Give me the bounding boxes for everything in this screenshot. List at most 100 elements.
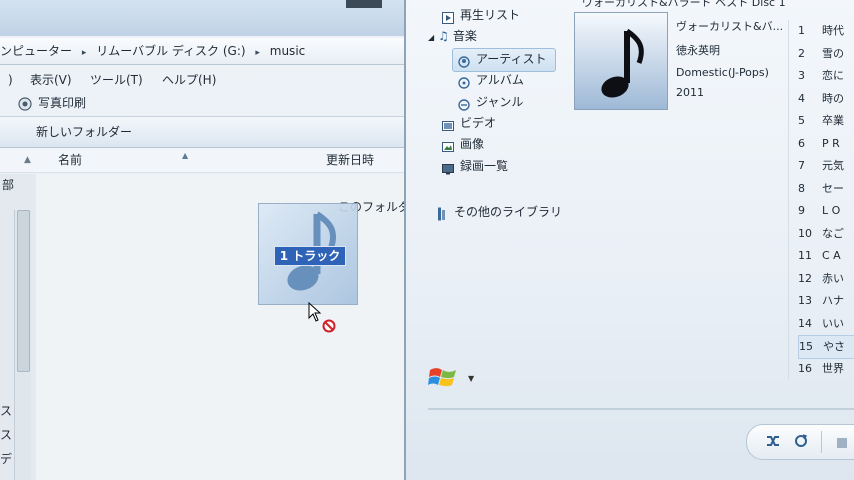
nav-playlists-label: 再生リスト: [460, 8, 521, 22]
album-art[interactable]: [574, 12, 668, 110]
track-row[interactable]: 6 P R: [798, 133, 854, 155]
track-number: 5: [798, 114, 805, 127]
nav-artist-label: アーティスト: [476, 52, 547, 66]
album-title[interactable]: ヴォーカリスト&バ...: [676, 18, 783, 34]
nav-music-label: 音楽: [452, 29, 477, 43]
nav-album[interactable]: アルバム: [458, 70, 524, 90]
address-bar[interactable]: ンピューター ▸ リムーバブル ディスク (G:) ▸ music: [0, 38, 420, 65]
pictures-icon: [442, 139, 454, 152]
windows-logo-icon[interactable]: [428, 364, 458, 396]
track-row[interactable]: 2 雪の: [798, 43, 854, 65]
track-number: 3: [798, 69, 805, 82]
address-segment-computer[interactable]: ンピューター: [0, 44, 72, 58]
control-separator: [821, 431, 822, 453]
track-row[interactable]: 16 世界: [798, 358, 854, 380]
track-title: 雪の: [822, 46, 844, 60]
track-row[interactable]: 13 ハナ: [798, 290, 854, 312]
shuffle-icon[interactable]: [765, 433, 781, 453]
artist-icon: [458, 54, 470, 68]
nav-genre[interactable]: ジャンル: [458, 92, 523, 112]
album-icon: [458, 75, 470, 89]
new-folder-button[interactable]: 新しいフォルダー: [36, 117, 132, 147]
nav-genre-label: ジャンル: [476, 95, 524, 109]
nav-fragment-2[interactable]: ス: [0, 426, 12, 443]
track-number: 8: [798, 181, 805, 195]
album-genre[interactable]: Domestic(J-Pops): [676, 66, 769, 79]
track-title: 時代: [822, 24, 844, 37]
track-title: 恋に: [822, 69, 844, 82]
scroll-thumb[interactable]: [17, 210, 30, 372]
track-number: 16: [798, 361, 812, 375]
track-row[interactable]: 7 元気: [798, 155, 854, 177]
nav-video[interactable]: ビデオ: [442, 113, 496, 133]
address-segment-music[interactable]: music: [270, 44, 305, 58]
nav-recorded-tv-label: 録画一覧: [460, 159, 509, 173]
track-title: 赤い: [822, 271, 844, 285]
print-photo-button[interactable]: 写真印刷: [38, 92, 86, 114]
album-artist[interactable]: 徳永英明: [676, 42, 720, 58]
nav-playlists[interactable]: 再生リスト: [442, 5, 520, 25]
menu-fragment: ): [8, 73, 13, 87]
track-row[interactable]: 12 赤い: [798, 268, 854, 290]
nav-music[interactable]: ◢ ♫ 音楽: [428, 26, 477, 46]
track-row[interactable]: 9 L O: [798, 200, 854, 222]
track-row[interactable]: 10 なご: [798, 223, 854, 245]
command-bar: 新しいフォルダー: [0, 116, 420, 148]
track-number: 9: [798, 204, 805, 217]
nav-fragment-1[interactable]: ス: [0, 402, 12, 419]
track-number: 7: [798, 159, 805, 172]
collapse-icon[interactable]: ▲: [24, 148, 31, 172]
track-row[interactable]: 8 セー: [798, 178, 854, 200]
address-separator-icon[interactable]: ▸: [255, 48, 260, 58]
music-note-icon: [601, 28, 644, 98]
menu-view[interactable]: 表示(V): [30, 68, 72, 92]
player-divider: [428, 408, 854, 410]
vertical-scrollbar[interactable]: [14, 210, 31, 480]
track-row[interactable]: 5 卒業: [798, 110, 854, 132]
video-icon: [442, 118, 454, 131]
repeat-icon[interactable]: [793, 433, 809, 453]
column-name[interactable]: 名前: [58, 148, 82, 172]
nav-video-label: ビデオ: [460, 116, 497, 130]
track-row[interactable]: 1 時代: [798, 20, 854, 42]
track-title: L O: [822, 204, 841, 217]
drag-track-count-badge: 1 トラック: [274, 246, 346, 266]
track-number: 10: [798, 226, 812, 240]
print-photo-icon[interactable]: [18, 96, 32, 118]
file-list-area[interactable]: このフォルダ: [36, 174, 420, 480]
mouse-pointer-icon: [308, 301, 322, 326]
track-row[interactable]: 3 恋に: [798, 65, 854, 87]
track-number: 11: [798, 249, 812, 262]
nav-recorded-tv[interactable]: 録画一覧: [442, 156, 508, 176]
playback-controls: [746, 424, 854, 460]
column-header: ▲ 名前 ▲ 更新日時: [0, 148, 420, 173]
nav-album-label: アルバム: [476, 73, 524, 87]
nav-other-libraries-label: その他のライブラリ: [454, 205, 563, 219]
menu-help[interactable]: ヘルプ(H): [162, 68, 216, 92]
dropdown-arrow-icon[interactable]: ▼: [468, 374, 474, 383]
track-row[interactable]: 14 いい: [798, 313, 854, 335]
menu-tools[interactable]: ツール(T): [90, 68, 143, 92]
track-title: セー: [822, 181, 844, 195]
album-year[interactable]: 2011: [676, 86, 704, 99]
menu-bar: ) 表示(V) ツール(T) ヘルプ(H): [0, 68, 420, 92]
track-title: 卒業: [822, 114, 844, 127]
nav-fragment-top: 部: [2, 178, 15, 192]
nav-pictures[interactable]: 画像: [442, 134, 484, 154]
track-title: やさ: [823, 340, 845, 353]
explorer-titlebar: [0, 0, 430, 36]
nav-artist[interactable]: アーティスト: [458, 49, 547, 69]
track-row[interactable]: 15 やさ: [798, 335, 854, 359]
address-separator-icon[interactable]: ▸: [82, 48, 87, 58]
expand-arrow-icon[interactable]: ◢: [428, 33, 434, 42]
track-row[interactable]: 11 C A: [798, 245, 854, 267]
no-drop-icon: [322, 318, 336, 337]
track-row[interactable]: 4 時の: [798, 88, 854, 110]
stop-icon[interactable]: [835, 435, 849, 454]
nav-fragment-3[interactable]: デ: [0, 450, 12, 467]
column-date-modified[interactable]: 更新日時: [326, 148, 374, 172]
explorer-window: ンピューター ▸ リムーバブル ディスク (G:) ▸ music ) 表示(V…: [0, 0, 430, 480]
nav-other-libraries[interactable]: その他のライブラリ: [436, 202, 562, 222]
address-segment-drive[interactable]: リムーバブル ディスク (G:): [96, 44, 245, 58]
track-title: 元気: [822, 159, 844, 172]
